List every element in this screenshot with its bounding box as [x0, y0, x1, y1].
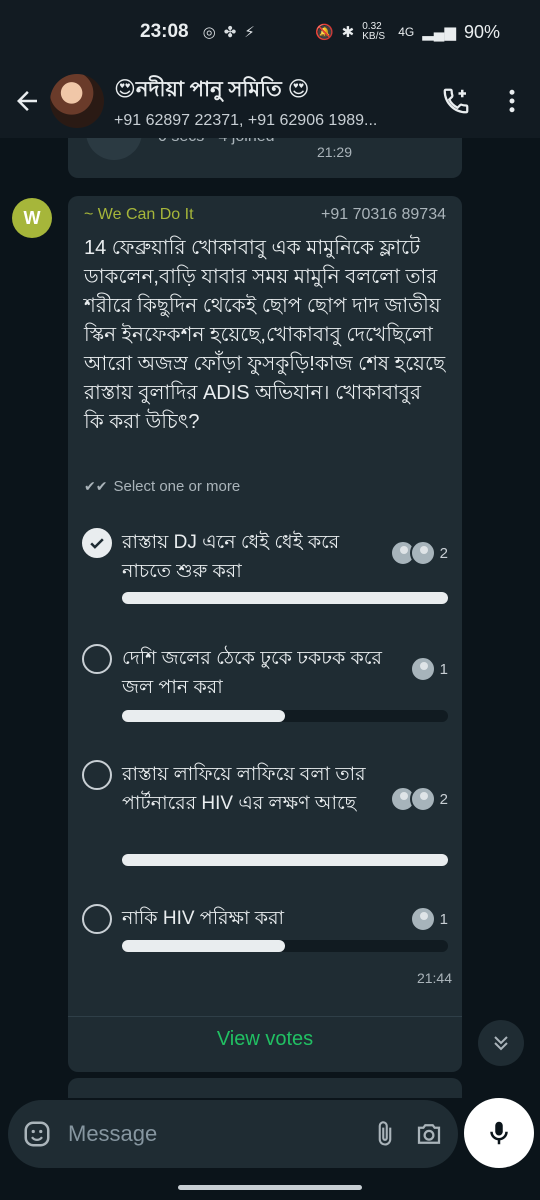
bluetooth-icon: ✱: [341, 24, 355, 41]
vote-bar: [122, 940, 448, 952]
vote-count: 2: [439, 544, 448, 562]
whatsapp-status-icon: ◎: [202, 24, 216, 41]
scroll-down-icon[interactable]: [478, 1020, 524, 1066]
vote-count: 1: [439, 660, 448, 678]
chat-header: 😍নদীয়া পানু সমিতি 😍 +91 62897 22371, +9…: [0, 64, 540, 138]
chat-area: 0 secs · 4 joined 21:29 W ~ We Can Do It…: [0, 138, 540, 1098]
voter-avatars[interactable]: 1: [409, 906, 448, 932]
status-time: 23:08: [140, 21, 189, 42]
poll-option-text: দেশি জলের ঠেকে ঢুকে ঢকঢক করে জল পান করা: [122, 648, 382, 698]
vote-bar: [122, 592, 448, 604]
mic-icon[interactable]: [464, 1098, 534, 1168]
check-icon[interactable]: [82, 528, 112, 558]
previous-message-time: 21:29: [316, 144, 352, 160]
vote-bar-fill: [122, 854, 448, 866]
poll-message: ~ We Can Do It +91 70316 89734 14 ফেব্রু…: [68, 196, 462, 1072]
vote-bar-fill: [122, 592, 448, 604]
net-speed: 0.32 KB/S: [362, 21, 386, 42]
home-indicator[interactable]: [178, 1185, 362, 1190]
vote-bar: [122, 854, 448, 866]
message-input[interactable]: [68, 1121, 356, 1147]
voter-avatars[interactable]: 2: [389, 786, 448, 812]
select-hint: ✔✔ Select one or more: [84, 478, 240, 495]
poll-option-text: রাস্তায় লাফিয়ে লাফিয়ে বলা তার পার্টনা…: [122, 764, 366, 814]
back-arrow-icon[interactable]: [4, 78, 50, 124]
select-hint-text: Select one or more: [113, 478, 241, 495]
bolt-status-icon: ⚡: [244, 24, 255, 41]
voter-avatar: [409, 656, 436, 682]
status-bar: 23:08 ◎ ✤ ⚡ 🔕 ✱ 0.32 KB/S 4G ▂▄▆ 90%: [0, 0, 540, 64]
sender-avatar[interactable]: W: [12, 198, 52, 238]
view-votes-button[interactable]: View votes: [68, 1028, 462, 1051]
previous-message-info: 0 secs · 4 joined: [158, 138, 275, 146]
vote-bar-fill: [122, 710, 285, 722]
add-call-icon[interactable]: [428, 73, 484, 129]
network-type: 4G: [398, 25, 415, 39]
message-composer: [8, 1100, 458, 1168]
camera-icon[interactable]: [414, 1112, 444, 1156]
voter-avatars[interactable]: 1: [409, 656, 448, 682]
divider: [68, 1016, 462, 1017]
sender-phone[interactable]: +91 70316 89734: [321, 206, 446, 224]
poll-option-text: নাকি HIV পরিক্ষা করা: [122, 908, 285, 929]
vote-count: 1: [439, 910, 448, 928]
call-icon: [86, 138, 142, 160]
mute-icon: 🔕: [314, 24, 334, 41]
vote-count: 2: [439, 790, 448, 808]
radio-circle-icon[interactable]: [82, 644, 112, 674]
group-avatar[interactable]: [50, 74, 104, 128]
group-title[interactable]: 😍নদীয়া পানু সমিতি 😍 +91 62897 22371, +9…: [114, 73, 428, 130]
group-members: +91 62897 22371, +91 62906 1989...: [114, 111, 378, 129]
previous-message[interactable]: 0 secs · 4 joined 21:29: [68, 138, 462, 178]
sender-name[interactable]: ~ We Can Do It: [84, 206, 194, 224]
voter-avatar: [409, 540, 436, 566]
signal-icon: ▂▄▆: [422, 24, 456, 41]
vote-bar: [122, 710, 448, 722]
emoji-icon[interactable]: [22, 1114, 52, 1154]
poll-question: 14 ফেব্রুয়ারি খোকাবাবু এক মামুনিকে ফ্লা…: [84, 237, 446, 433]
voter-avatars[interactable]: 2: [389, 540, 448, 566]
vote-bar-fill: [122, 940, 285, 952]
group-name: 😍নদীয়া পানু সমিতি 😍: [114, 77, 310, 101]
poll-time: 21:44: [416, 970, 452, 986]
poll-option-text: রাস্তায় DJ এনে ধেই ধেই করে নাচতে শুরু ক…: [122, 532, 340, 582]
voter-avatar: [409, 786, 436, 812]
more-options-icon[interactable]: [484, 73, 540, 129]
double-check-icon: ✔✔: [84, 478, 108, 494]
radio-circle-icon[interactable]: [82, 904, 112, 934]
radio-circle-icon[interactable]: [82, 760, 112, 790]
sender-row: ~ We Can Do It +91 70316 89734: [84, 206, 446, 224]
voter-avatar: [409, 906, 436, 932]
battery-level: 90%: [463, 21, 500, 42]
attach-icon[interactable]: [370, 1112, 400, 1156]
next-message[interactable]: [68, 1078, 462, 1098]
status-icons: ◎ ✤ ⚡: [203, 23, 255, 41]
status-right: 🔕 ✱ 0.32 KB/S 4G ▂▄▆ 90%: [315, 22, 500, 43]
pinwheel-status-icon: ✤: [223, 24, 237, 41]
